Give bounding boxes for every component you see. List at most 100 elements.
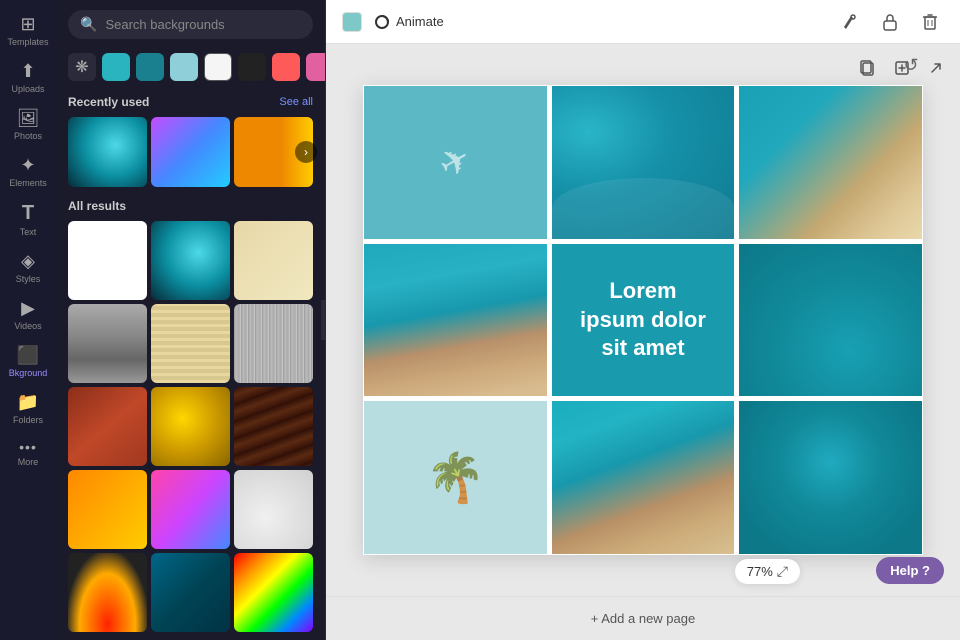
recent-item-2[interactable] [151,117,230,187]
active-color-swatch[interactable] [342,12,362,32]
bg-thumbnail-orange[interactable] [68,470,147,549]
templates-icon: ⊞ [20,14,35,35]
trash-button[interactable] [916,8,944,36]
grid-cell-5-text[interactable]: Lorem ipsum dolor sit amet [551,243,736,398]
light-blue-swatch[interactable] [170,53,198,81]
animate-label: Animate [396,14,444,29]
pink-swatch[interactable] [306,53,325,81]
bg-thumbnail-fire[interactable] [68,553,147,632]
bg-thumbnail-marble[interactable] [234,470,313,549]
add-new-page-button[interactable]: + Add a new page [591,611,695,626]
search-icon: 🔍 [80,16,97,33]
copy-style-button[interactable] [836,8,864,36]
search-input-wrap[interactable]: 🔍 [68,10,313,39]
copy-style-icon [841,13,859,31]
zoom-level: 77% [747,564,773,579]
sidebar-item-more[interactable]: ••• More [4,433,52,473]
sidebar-item-background[interactable]: ⬛ Bkground [4,339,52,384]
recent-item-1[interactable] [68,117,147,187]
help-button[interactable]: Help ? [876,557,944,584]
bg-thumbnail-cyan[interactable] [151,221,230,300]
videos-icon: ▶ [21,298,35,319]
sidebar-item-templates[interactable]: ⊞ Templates [4,8,52,53]
canvas-center-text: Lorem ipsum dolor sit amet [572,269,714,371]
bg-thumbnail-beige[interactable] [234,221,313,300]
icon-bar: ⊞ Templates ⬆ Uploads 🖼 Photos ✦ Element… [0,0,56,640]
animate-button[interactable]: Animate [374,14,444,30]
bg-thumbnail-dark-teal[interactable] [151,553,230,632]
canvas-refresh-button[interactable]: ↺ [899,53,923,77]
sidebar-item-uploads[interactable]: ⬆ Uploads [4,55,52,100]
canvas-copy-icon[interactable] [856,56,880,80]
grid-cell-6[interactable] [738,243,923,398]
sidebar-item-text[interactable]: T Text [4,196,52,243]
sidebar-item-elements[interactable]: ✦ Elements [4,149,52,194]
lock-button[interactable] [876,8,904,36]
main-area: Animate [326,0,960,640]
ipsum-bold: ipsum [580,307,645,332]
teal-swatch[interactable] [102,53,130,81]
zoom-control: 77% ⤢ [735,559,800,584]
sidebar-item-folders[interactable]: 📁 Folders [4,386,52,431]
bg-thumbnail-wood-dark[interactable] [234,387,313,466]
text-label: Text [20,227,37,237]
lock-icon [882,13,898,31]
grid-cell-8[interactable] [551,400,736,555]
zoom-expand-button[interactable]: ⤢ [777,563,788,580]
bg-thumbnail-rainbow[interactable] [234,553,313,632]
top-bar: Animate [326,0,960,44]
color-swatches-row: ❋ › [56,49,325,89]
grid-cell-7[interactable]: 🌴 [363,400,548,555]
see-all-link[interactable]: See all [279,96,313,108]
dolor-text: dolor [645,307,706,332]
folders-label: Folders [13,415,43,425]
canvas-share-icon[interactable] [924,56,948,80]
panel-content: Recently used See all › All results [56,89,325,640]
pattern-swatch[interactable]: ❋ [68,53,96,81]
sidebar-item-videos[interactable]: ▶ Videos [4,292,52,337]
coral-swatch[interactable] [272,53,300,81]
grid-cell-2[interactable] [551,85,736,240]
bg-thumbnail-gray-wood[interactable] [234,304,313,383]
all-results-title: All results [56,191,325,217]
text-icon: T [22,202,34,225]
bottom-bar: + Add a new page [326,596,960,640]
white-swatch[interactable] [204,53,232,81]
animate-icon [374,14,390,30]
sit-amet-text: sit amet [601,335,684,360]
help-label: Help ? [890,563,930,578]
bg-thumbnail-wood-red[interactable] [68,387,147,466]
folders-icon: 📁 [17,392,39,413]
grid-cell-9[interactable] [738,400,923,555]
background-label: Bkground [9,368,48,378]
uploads-label: Uploads [11,84,44,94]
more-label: More [18,457,39,467]
bg-thumbnail-white[interactable] [68,221,147,300]
grid-cell-3[interactable] [738,85,923,240]
canvas-text-line1: Lorem ipsum dolor sit amet [580,277,706,363]
uploads-icon: ⬆ [20,61,35,82]
sidebar-item-styles[interactable]: ◈ Styles [4,245,52,290]
recent-items-row: › [56,113,325,191]
bg-thumbnail-pink-purple[interactable] [151,470,230,549]
background-icon: ⬛ [17,345,39,366]
grid-cell-1[interactable]: ✈ [363,85,548,240]
grid-cell-4[interactable] [363,243,548,398]
canvas-document[interactable]: ↺ ✈ Lorem ipsum dolor sit amet [363,85,923,555]
lorem-text: Lorem [609,278,676,303]
share-icon [927,59,945,77]
bg-thumbnail-gold[interactable] [151,387,230,466]
sidebar-item-photos[interactable]: 🖼 Photos [4,102,52,147]
canvas-wrapper: ↺ ↺ ✈ Lorem ipsum dolor [326,44,960,596]
recent-next-arrow[interactable]: › [295,141,317,163]
plane-icon: ✈ [432,137,479,188]
more-icon: ••• [19,439,37,455]
photos-label: Photos [14,131,42,141]
all-results-grid [56,217,325,636]
bg-thumbnail-road[interactable] [68,304,147,383]
dark-teal-swatch[interactable] [136,53,164,81]
search-input[interactable] [105,17,301,32]
bg-thumbnail-lines[interactable] [151,304,230,383]
black-swatch[interactable] [238,53,266,81]
copy-icon [859,59,877,77]
